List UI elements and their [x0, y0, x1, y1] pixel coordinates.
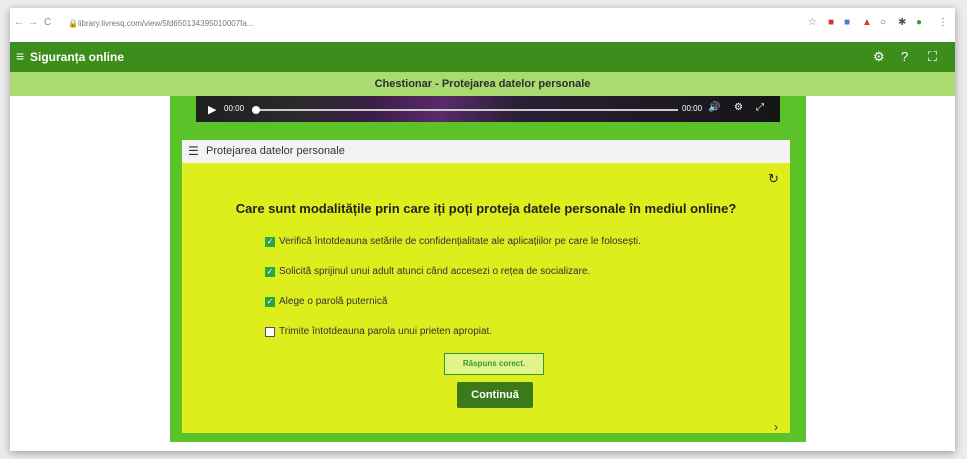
puzzle-icon[interactable]: ✱	[898, 17, 906, 28]
address-bar[interactable]: library.livresq.com/view/5fd650134395010…	[78, 19, 254, 28]
quiz-option-4[interactable]: Trimite întotdeauna parola unui prieten …	[265, 326, 492, 337]
quiz-option-1[interactable]: ✓ Verifică întotdeauna setările de confi…	[265, 236, 641, 247]
extension-icon-1[interactable]: ■	[828, 17, 834, 28]
back-icon[interactable]: ←	[14, 17, 24, 28]
quiz-option-2[interactable]: ✓ Solicită sprijinul unui adult atunci c…	[265, 266, 590, 277]
checkbox-unchecked-icon[interactable]	[265, 326, 275, 337]
option-label: Trimite întotdeauna parola unui prieten …	[279, 326, 493, 337]
reset-icon[interactable]: ↻	[768, 171, 779, 187]
extension-icon-2[interactable]: ■	[844, 17, 850, 28]
hamburger-menu-icon[interactable]: ≡	[16, 48, 24, 64]
quiz-panel: ↻ Care sunt modalitățile prin care iți p…	[182, 163, 790, 434]
video-total-time: 00:00	[682, 104, 703, 113]
checkbox-checked-icon[interactable]: ✓	[265, 236, 275, 247]
panel-title: Protejarea datelor personale	[206, 145, 345, 157]
fullscreen-icon[interactable]: ⛶	[928, 49, 937, 65]
chevron-right-icon[interactable]: ›	[774, 420, 778, 434]
browser-toolbar: ← → C 🔒 library.livresq.com/view/5fd6501…	[10, 8, 955, 42]
section-header: Chestionar - Protejarea datelor personal…	[10, 72, 955, 96]
checkbox-checked-icon[interactable]: ✓	[265, 266, 275, 277]
list-icon[interactable]: ☰	[188, 144, 199, 158]
quiz-question: Care sunt modalitățile prin care iți poț…	[235, 201, 737, 216]
option-label: Solicită sprijinul unui adult atunci cân…	[279, 266, 591, 277]
play-icon[interactable]: ▶	[208, 103, 216, 116]
feedback-badge: Răspuns corect.	[444, 353, 544, 375]
panel-header: ☰ Protejarea datelor personale	[182, 140, 790, 164]
video-settings-icon[interactable]: ⚙	[734, 102, 743, 113]
profile-avatar[interactable]: ●	[916, 17, 922, 28]
video-current-time: 00:00	[224, 104, 245, 113]
help-icon[interactable]: ?	[901, 49, 908, 64]
browser-window: ← → C 🔒 library.livresq.com/view/5fd6501…	[10, 8, 955, 451]
lock-icon: 🔒	[68, 19, 78, 28]
video-progress-handle[interactable]	[252, 106, 260, 114]
option-label: Alege o parolă puternică	[279, 296, 388, 307]
bookmark-star-icon[interactable]: ☆	[808, 17, 817, 28]
extension-icon-3[interactable]: ▲	[862, 17, 872, 28]
extension-icon-4[interactable]: ○	[880, 17, 886, 28]
video-fullscreen-icon[interactable]: ⤢	[756, 102, 764, 113]
forward-icon[interactable]: →	[28, 17, 38, 28]
volume-icon[interactable]: 🔊	[708, 102, 720, 113]
option-label: Verifică întotdeauna setările de confide…	[279, 236, 641, 247]
checkbox-checked-icon[interactable]: ✓	[265, 296, 275, 307]
app-title: Siguranța online	[30, 50, 125, 64]
continue-button[interactable]: Continuă	[457, 382, 533, 408]
section-title: Chestionar - Protejarea datelor personal…	[374, 78, 591, 90]
settings-icon[interactable]: ⚙	[873, 49, 885, 65]
video-progress-track[interactable]	[258, 109, 678, 111]
browser-menu-icon[interactable]: ⋮	[938, 17, 948, 28]
quiz-option-3[interactable]: ✓ Alege o parolă puternică	[265, 296, 387, 307]
video-player[interactable]: ▶ 00:00 00:00 🔊 ⚙ ⤢	[196, 96, 780, 122]
app-header: ≡ Siguranța online ⚙ ? ⛶	[10, 42, 955, 72]
reload-icon[interactable]: C	[44, 17, 51, 28]
